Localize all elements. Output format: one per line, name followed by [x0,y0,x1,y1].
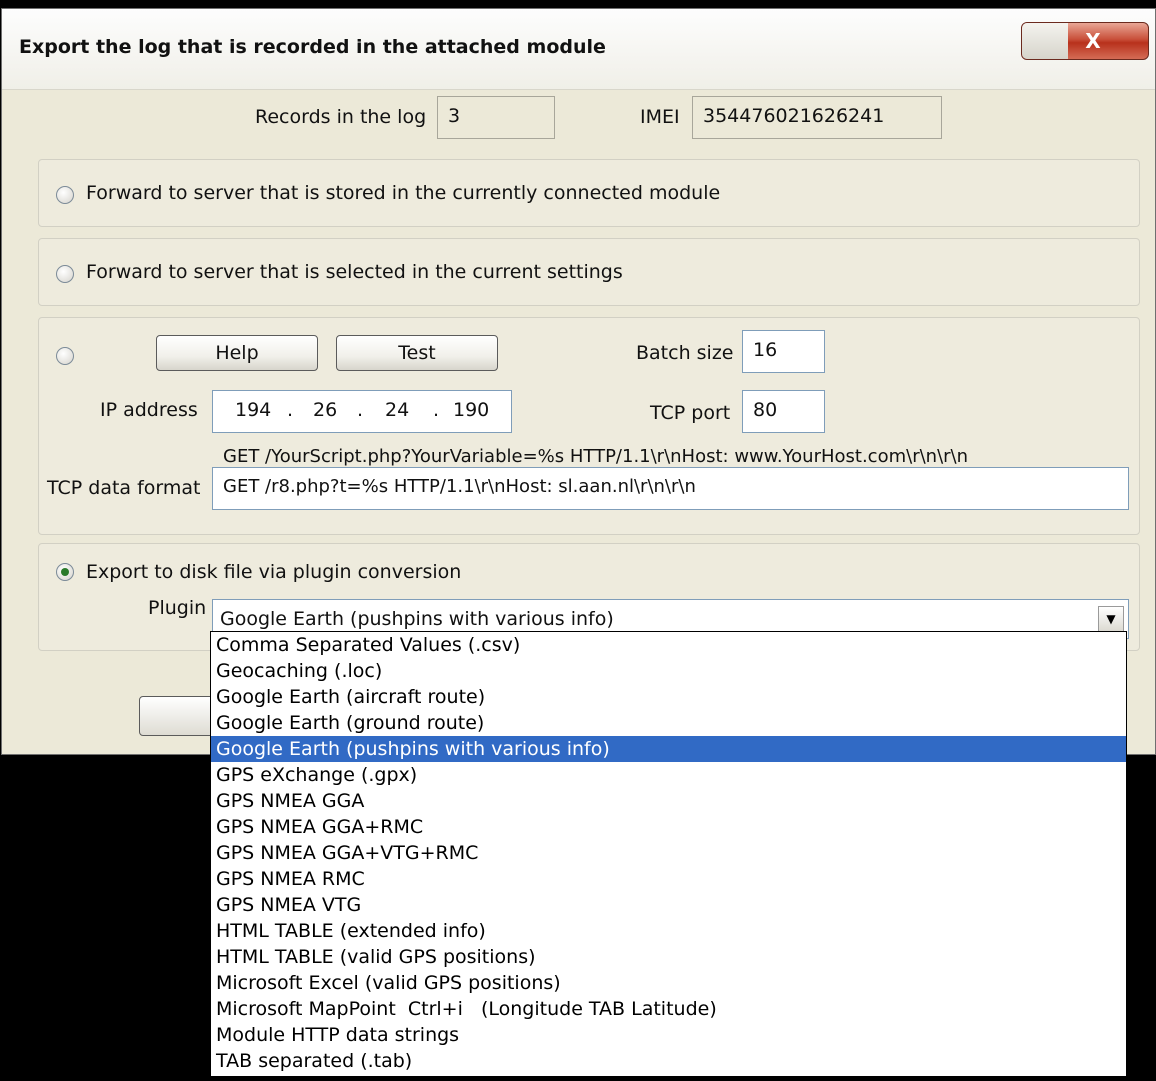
batch-size-label: Batch size [636,342,734,364]
ip-address-label: IP address [100,399,198,421]
plugin-option[interactable]: GPS NMEA RMC [211,866,1126,892]
plugin-option[interactable]: Google Earth (ground route) [211,710,1126,736]
ip-octet-3: 24 [385,399,410,421]
chevron-down-icon[interactable]: ▼ [1098,606,1124,632]
custom-server-radio[interactable] [56,347,74,365]
plugin-dropdown-list: Comma Separated Values (.csv) Geocaching… [210,631,1127,1077]
plugin-label: Plugin [148,597,207,619]
plugin-option[interactable]: Comma Separated Values (.csv) [211,632,1126,658]
plugin-option[interactable]: Microsoft Excel (valid GPS positions) [211,970,1126,996]
ip-octet-1: 194 [235,399,272,421]
plugin-option[interactable]: HTML TABLE (valid GPS positions) [211,944,1126,970]
forward-stored-group: Forward to server that is stored in the … [38,159,1140,227]
imei-label: IMEI [640,106,680,128]
forward-stored-label[interactable]: Forward to server that is stored in the … [86,182,720,204]
tcp-port-label: TCP port [650,402,731,424]
plugin-option[interactable]: Module HTTP data strings [211,1022,1126,1048]
close-icon: X [1085,29,1101,53]
tcp-format-label: TCP data format [47,477,201,499]
plugin-option-selected[interactable]: Google Earth (pushpins with various info… [211,736,1126,762]
plugin-option[interactable]: GPS NMEA VTG [211,892,1126,918]
test-button[interactable]: Test [336,335,498,371]
tcp-port-input[interactable]: 80 [742,390,825,433]
ip-address-input[interactable]: 194 . 26 . 24 . 190 [212,390,512,433]
tcp-format-input[interactable]: GET /r8.php?t=%s HTTP/1.1\r\nHost: sl.aa… [212,467,1129,510]
plugin-option[interactable]: TAB separated (.tab) [211,1048,1126,1074]
ip-octet-4: 190 [453,399,490,421]
plugin-option[interactable]: GPS NMEA GGA [211,788,1126,814]
export-disk-radio[interactable] [56,563,74,581]
forward-selected-group: Forward to server that is selected in th… [38,238,1140,306]
forward-selected-radio[interactable] [56,265,74,283]
plugin-option[interactable]: GPS eXchange (.gpx) [211,762,1126,788]
records-field: 3 [437,96,555,139]
ip-octet-2: 26 [313,399,338,421]
imei-field: 354476021626241 [692,96,942,139]
ip-dot-1: . [287,399,294,421]
close-button[interactable]: X [1021,22,1149,60]
plugin-option[interactable]: GPS NMEA GGA+RMC [211,814,1126,840]
plugin-option[interactable]: GPS NMEA GGA+VTG+RMC [211,840,1126,866]
forward-selected-label[interactable]: Forward to server that is selected in th… [86,261,623,283]
radio-selected-dot [61,568,69,576]
plugin-option[interactable]: Microsoft MapPoint Ctrl+i (Longitude TAB… [211,996,1126,1022]
help-button[interactable]: Help [156,335,318,371]
format-hint: GET /YourScript.php?YourVariable=%s HTTP… [223,446,969,467]
ip-dot-2: . [357,399,364,421]
records-label: Records in the log [255,106,427,128]
window-title: Export the log that is recorded in the a… [19,36,606,58]
batch-size-input[interactable]: 16 [742,330,825,373]
plugin-option[interactable]: Geocaching (.loc) [211,658,1126,684]
plugin-option[interactable]: HTML TABLE (extended info) [211,918,1126,944]
export-disk-label[interactable]: Export to disk file via plugin conversio… [86,561,461,583]
plugin-selected-value: Google Earth (pushpins with various info… [220,608,614,630]
forward-stored-radio[interactable] [56,186,74,204]
title-bar: Export the log that is recorded in the a… [2,9,1155,90]
plugin-option[interactable]: Google Earth (aircraft route) [211,684,1126,710]
ip-dot-3: . [433,399,440,421]
